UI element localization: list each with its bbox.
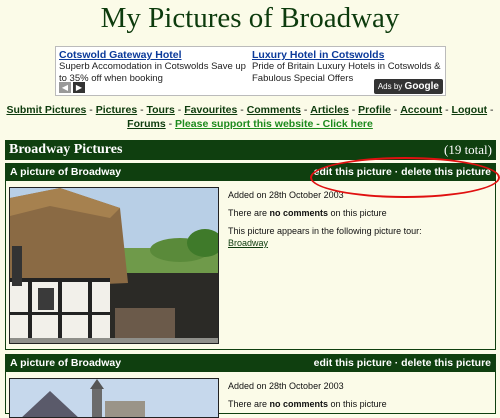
comments-text: on this picture (328, 208, 387, 218)
nav-favourites[interactable]: Favourites (184, 104, 237, 116)
nav-forums[interactable]: Forums (127, 118, 166, 130)
comments-info: There are no comments on this picture (228, 207, 490, 219)
nav-logout[interactable]: Logout (452, 104, 488, 116)
nav-separator: - (487, 104, 494, 116)
cottage-photo (10, 188, 218, 343)
ad-item[interactable]: Cotswold Gateway Hotel Superb Accomodati… (59, 49, 251, 85)
picture-thumbnail[interactable] (9, 378, 219, 418)
ad-next-icon[interactable]: ▶ (73, 82, 85, 93)
nav-pictures[interactable]: Pictures (96, 104, 137, 116)
comments-text: There are (228, 399, 270, 409)
picture-info: Added on 28th October 2003 There are no … (228, 380, 490, 416)
nav-articles[interactable]: Articles (310, 104, 349, 116)
nav-separator: - (174, 104, 185, 116)
nav-separator: - (165, 117, 176, 130)
nav-separator: - (300, 104, 311, 116)
ad-banner: Cotswold Gateway Hotel Superb Accomodati… (55, 46, 446, 96)
ad-navigation: ◀ ▶ (59, 82, 85, 93)
ads-by-label: Ads by (377, 82, 403, 91)
nav-profile[interactable]: Profile (358, 104, 391, 116)
nav-comments[interactable]: Comments (247, 104, 301, 116)
church-photo (10, 379, 218, 417)
added-date: Added on 28th October 2003 (228, 381, 344, 391)
nav-separator: - (442, 104, 452, 116)
section-title: Broadway Pictures (9, 142, 123, 157)
tour-info: This picture appears in the following pi… (228, 225, 490, 249)
nav-separator: - (237, 104, 247, 116)
comments-count: no comments (269, 399, 329, 409)
delete-picture-link[interactable]: delete this picture (401, 357, 491, 369)
picture-count: (19 total) (443, 142, 492, 157)
comments-text: on this picture (328, 399, 387, 409)
picture-info: Added on 28th October 2003 There are no … (228, 189, 490, 255)
tour-text: This picture appears in the following pi… (228, 226, 422, 236)
page-title: My Pictures of Broadway (100, 2, 400, 34)
ad-prev-icon[interactable]: ◀ (59, 82, 71, 93)
nav-support-link[interactable]: Please support this website - Click here (175, 118, 373, 130)
tour-link[interactable]: Broadway (228, 238, 268, 248)
nav-submit-pictures[interactable]: Submit Pictures (6, 104, 86, 116)
ad-headline[interactable]: Cotswold Gateway Hotel (59, 49, 251, 61)
picture-card-header: A picture of Broadway edit this picture … (6, 355, 495, 372)
picture-actions: edit this picture · delete this picture (314, 357, 491, 369)
comments-text: There are (228, 208, 270, 218)
ad-headline[interactable]: Luxury Hotel in Cotswolds (252, 49, 444, 61)
picture-thumbnail[interactable] (9, 187, 219, 344)
google-logo: Google (404, 81, 439, 92)
nav-separator: - (390, 104, 401, 116)
ad-body: Superb Accomodation in Cotswolds Save up… (59, 61, 246, 84)
edit-picture-link[interactable]: edit this picture (314, 357, 392, 369)
nav-tours[interactable]: Tours (147, 104, 175, 116)
main-navigation: Submit Pictures - Pictures - Tours - Fav… (0, 104, 500, 131)
picture-card: A picture of Broadway edit this picture … (5, 354, 496, 418)
ads-by-google-badge[interactable]: Ads by Google (373, 79, 443, 94)
comments-count: no comments (269, 208, 329, 218)
comments-info: There are no comments on this picture (228, 398, 490, 410)
highlight-annotation (310, 157, 500, 198)
nav-separator: - (137, 104, 147, 116)
nav-account[interactable]: Account (400, 104, 442, 116)
nav-separator: - (86, 104, 96, 116)
picture-title: A picture of Broadway (10, 166, 122, 178)
action-separator: · (391, 357, 402, 369)
nav-separator: - (348, 104, 359, 116)
picture-title: A picture of Broadway (10, 357, 122, 369)
